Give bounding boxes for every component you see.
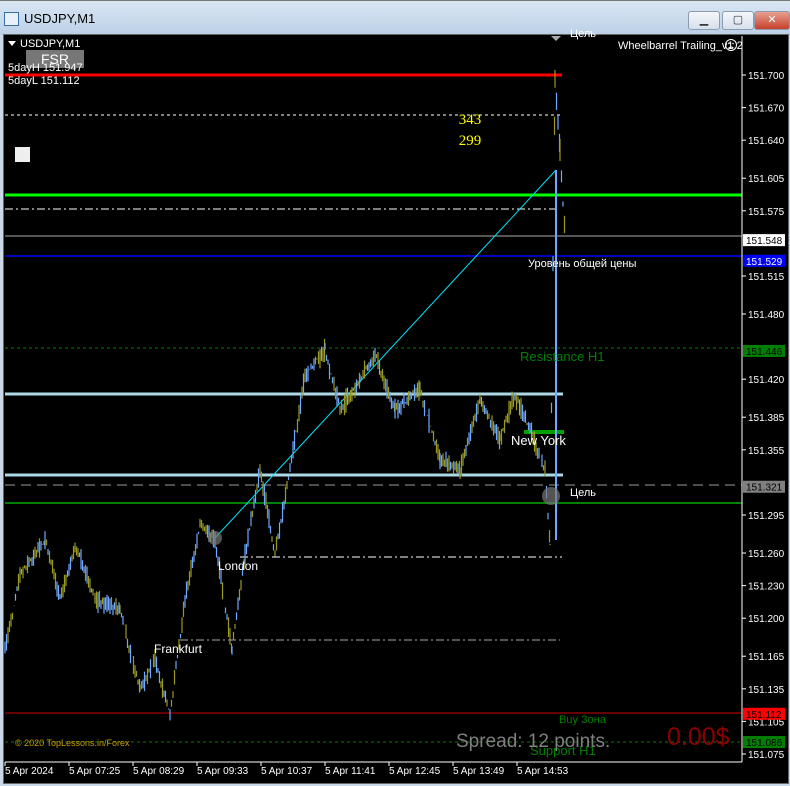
copyright-text: © 2020 TopLessons.in/Forex (15, 738, 130, 748)
target-marker (542, 487, 560, 505)
time-tick-label: 5 Apr 14:53 (517, 766, 569, 777)
frankfurt-label: Frankfurt (154, 642, 203, 656)
chart-canvas[interactable]: 151.700 151.670 151.640 151.605 151.575 151.5… (0, 0, 790, 786)
price-tick-label: 151.355 (748, 446, 785, 457)
shift-marker-icon[interactable] (551, 36, 561, 41)
new-york-label: New York (511, 433, 566, 448)
time-tick-label: 5 Apr 2024 (5, 766, 54, 777)
price-box-label: 151.446 (746, 347, 783, 358)
price-tick-label: 151.200 (748, 614, 785, 625)
time-tick-label: 5 Apr 07:25 (69, 766, 121, 777)
five-day-low: 5dayL 151.112 (8, 75, 80, 87)
time-tick-label: 5 Apr 11:41 (325, 766, 376, 777)
resistance-label: Resistance H1 (520, 349, 605, 364)
price-box-label: 151.112 (746, 710, 782, 721)
price-tick-label: 151.075 (748, 750, 785, 761)
price-tick-label: 151.480 (748, 310, 785, 321)
price-tick-label: 151.385 (748, 413, 785, 424)
price-tick-label: 151.135 (748, 685, 785, 696)
five-day-high: 5dayH 151.947 (8, 62, 83, 74)
time-tick-label: 5 Apr 12:45 (389, 766, 441, 777)
target-label: Цель (570, 487, 596, 499)
price-box-label: 151.321 (746, 483, 783, 494)
spread-text: Spread: 12 points. (456, 731, 610, 752)
price-tick-label: 151.165 (748, 652, 785, 663)
time-tick-label: 5 Apr 10:37 (261, 766, 313, 777)
price-tick-label: 151.295 (748, 511, 785, 522)
time-tick-label: 5 Apr 08:29 (133, 766, 185, 777)
price-tick-label: 151.575 (748, 207, 785, 218)
common-price-label: Уровень общей цены (528, 258, 636, 270)
profit-text: 0.00$ (667, 723, 730, 751)
price-tick-label: 151.230 (748, 582, 785, 593)
time-tick-label: 5 Apr 09:33 (197, 766, 249, 777)
buy-zone-label: Buy Зона (559, 714, 607, 726)
price-tick-label: 151.420 (748, 375, 785, 386)
price-box-label: 151.529 (746, 257, 783, 268)
top-target-label: Цель (570, 28, 596, 40)
london-label: London (218, 559, 258, 573)
counter-bottom: 299 (459, 133, 482, 149)
price-tick-label: 151.260 (748, 549, 785, 560)
london-session-marker (208, 531, 222, 545)
symbol-label: USDJPY,M1 (20, 38, 80, 50)
price-tick-label: 151.670 (748, 104, 785, 115)
counter-top: 343 (459, 112, 482, 128)
price-tick-label: 151.640 (748, 136, 785, 147)
price-box-label: 151.086 (746, 738, 783, 749)
price-box-label: 151.548 (746, 236, 783, 247)
price-tick-label: 151.605 (748, 174, 785, 185)
collapse-triangle-icon[interactable] (8, 41, 16, 46)
checkbox[interactable] (15, 147, 30, 162)
time-tick-label: 5 Apr 13:49 (453, 766, 505, 777)
ea-name: Wheelbarrel Trailing_v1.2 (618, 40, 743, 52)
price-tick-label: 151.515 (748, 272, 785, 283)
price-tick-label: 151.700 (748, 71, 785, 82)
trend-line (214, 169, 557, 539)
